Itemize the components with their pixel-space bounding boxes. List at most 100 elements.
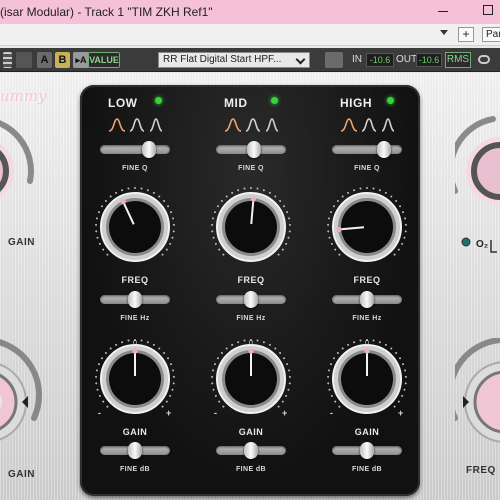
out-label: OUT — [396, 54, 418, 65]
right-freq-knob[interactable] — [455, 338, 500, 458]
high-fine-q-slider-thumb[interactable] — [376, 141, 391, 158]
high-fine-q-slider[interactable] — [332, 141, 402, 158]
low-fine-q-slider-thumb[interactable] — [142, 141, 156, 158]
low-band-title: LOW — [108, 96, 138, 110]
mid-fine-q-slider[interactable] — [216, 141, 286, 158]
mid-fine-db-slider-thumb[interactable] — [244, 442, 258, 459]
low-fine-q-slider[interactable] — [100, 141, 170, 158]
o2-label: O₂ — [476, 239, 488, 250]
mid-fine-db-slider[interactable] — [216, 442, 286, 459]
mid-gain-knob[interactable]: 0 — [210, 338, 292, 420]
add-button[interactable]: + — [458, 27, 474, 42]
high-gain-plus: + — [398, 408, 404, 418]
high-fine-q-label: FINE Q — [354, 165, 380, 172]
low-enable-led[interactable] — [155, 97, 162, 104]
left-gain-knob-top[interactable] — [0, 111, 40, 221]
high-gain-knob[interactable]: 0 — [326, 338, 408, 420]
mid-gain-label: GAIN — [238, 427, 264, 437]
plugin-window: (isar Modular) - Track 1 "TIM ZKH Ref1" … — [0, 0, 500, 500]
high-band-title: HIGH — [340, 96, 372, 110]
low-fine-db-slider[interactable] — [100, 442, 170, 459]
high-gain-label: GAIN — [354, 427, 380, 437]
low-fine-q-label: FINE Q — [122, 165, 148, 172]
param-button[interactable]: Para — [482, 27, 500, 42]
notch-icon — [381, 118, 395, 132]
left-gain-label-top: GAIN — [8, 237, 35, 248]
value-toggle[interactable]: VALUE — [88, 52, 120, 68]
gain-zero-mark: 0 — [249, 340, 253, 347]
left-gain-label-bottom: GAIN — [8, 469, 35, 480]
save-icon[interactable] — [325, 52, 343, 68]
b-slot-button[interactable]: B — [55, 52, 70, 68]
high-filter-shape-selector[interactable] — [340, 117, 404, 133]
high-gain-minus: - — [330, 408, 333, 418]
plugin-toolbar: A B ▸A VALUE RR Flat Digital Start HPF... IN -… — [0, 48, 500, 72]
o2-toggle[interactable]: O₂ — [458, 236, 500, 258]
a-slot-button[interactable]: A — [37, 52, 52, 68]
brand-logo: ummy — [0, 87, 47, 105]
notch-icon — [265, 118, 279, 132]
low-fine-hz-label: FINE Hz — [120, 315, 150, 322]
mid-filter-shape-selector[interactable] — [224, 117, 288, 133]
chevron-down-icon[interactable] — [440, 30, 448, 35]
high-fine-hz-slider[interactable] — [332, 291, 402, 308]
chevron-down-icon — [295, 54, 306, 65]
copy-ab-button[interactable]: ▸A — [73, 52, 89, 68]
high-fine-db-slider[interactable] — [332, 442, 402, 459]
high-fine-db-label: FINE dB — [351, 466, 383, 473]
mid-fine-q-slider-thumb[interactable] — [246, 141, 261, 158]
bell-icon — [340, 118, 358, 132]
low-fine-db-slider-thumb[interactable] — [128, 442, 142, 459]
narrow-bell-icon — [129, 118, 145, 132]
low-gain-minus: - — [98, 408, 101, 418]
low-fine-hz-slider-thumb[interactable] — [128, 291, 142, 308]
right-knob-top[interactable] — [455, 111, 500, 221]
eq-panel: LOW FINE Q FREQ FINE Hz 0 - + GAIN FINE dB MID FIN… — [80, 85, 420, 496]
preset-selector[interactable]: RR Flat Digital Start HPF... — [158, 52, 310, 68]
low-freq-knob[interactable] — [94, 186, 176, 268]
out-meter: -10.6 — [416, 53, 442, 67]
mid-gain-plus: + — [282, 408, 288, 418]
right-freq-label: FREQ — [466, 465, 496, 476]
mid-fine-hz-slider[interactable] — [216, 291, 286, 308]
mid-freq-knob[interactable] — [210, 186, 292, 268]
host-toolbar: + Para — [0, 24, 500, 46]
low-gain-plus: + — [166, 408, 172, 418]
low-fine-hz-slider[interactable] — [100, 291, 170, 308]
gain-zero-mark: 0 — [133, 340, 137, 347]
low-gain-label: GAIN — [122, 427, 148, 437]
mid-freq-label: FREQ — [237, 275, 265, 285]
mid-enable-led[interactable] — [271, 97, 278, 104]
gain-zero-mark: 0 — [365, 340, 369, 347]
link-icon[interactable] — [478, 55, 490, 64]
low-gain-knob[interactable]: 0 — [94, 338, 176, 420]
mid-band-title: MID — [224, 96, 248, 110]
notch-icon — [149, 118, 163, 132]
high-freq-label: FREQ — [353, 275, 381, 285]
high-fine-db-slider-thumb[interactable] — [360, 442, 374, 459]
low-fine-db-label: FINE dB — [119, 466, 151, 473]
low-filter-shape-selector[interactable] — [108, 117, 172, 133]
bell-icon — [224, 118, 242, 132]
mid-fine-hz-slider-thumb[interactable] — [244, 291, 258, 308]
narrow-bell-icon — [361, 118, 377, 132]
in-meter: -10.6 — [366, 53, 394, 67]
high-freq-knob[interactable] — [326, 186, 408, 268]
mid-fine-hz-label: FINE Hz — [236, 315, 266, 322]
title-bar: (isar Modular) - Track 1 "TIM ZKH Ref1" — [0, 0, 500, 24]
high-fine-hz-label: FINE Hz — [352, 315, 382, 322]
preset-name: RR Flat Digital Start HPF... — [163, 54, 282, 65]
minimize-button[interactable] — [438, 11, 448, 12]
menu-icon[interactable] — [3, 52, 12, 68]
narrow-bell-icon — [245, 118, 261, 132]
maximize-button[interactable] — [483, 5, 493, 15]
plugin-body: ummy GAIN GAIN O₂ FREQ LOW FINE Q FREQ F… — [0, 73, 500, 500]
high-enable-led[interactable] — [387, 97, 394, 104]
rms-toggle[interactable]: RMS — [445, 52, 471, 68]
bell-icon — [108, 118, 126, 132]
left-gain-knob-bottom[interactable] — [0, 338, 47, 458]
mid-gain-minus: - — [214, 408, 217, 418]
high-fine-hz-slider-thumb[interactable] — [360, 291, 374, 308]
mid-fine-q-label: FINE Q — [238, 165, 264, 172]
power-icon[interactable] — [16, 52, 32, 68]
